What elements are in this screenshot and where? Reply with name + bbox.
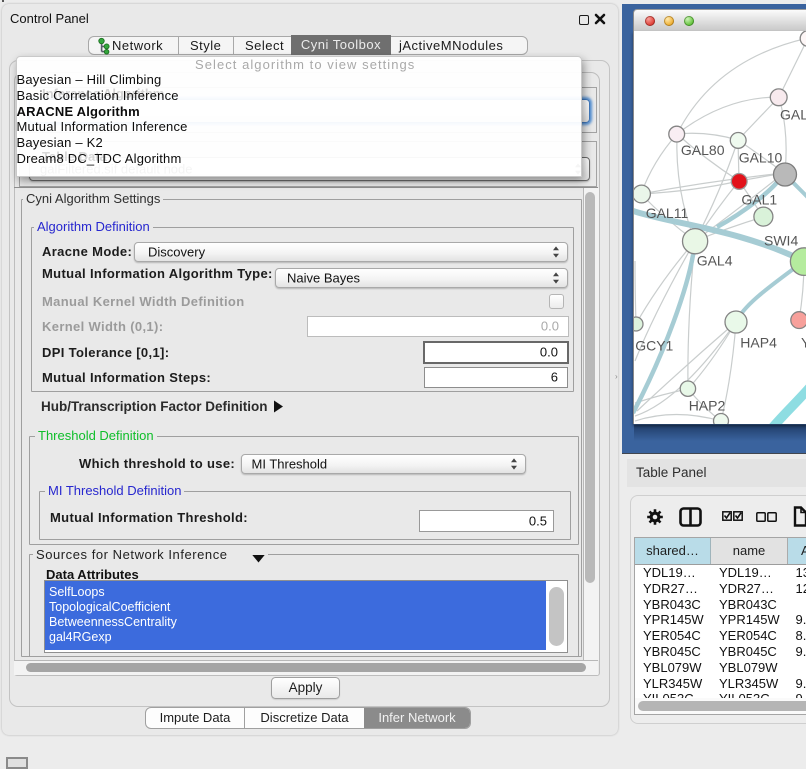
svg-text:GAL4: GAL4 [697, 252, 733, 268]
svg-text:GCY1: GCY1 [635, 338, 673, 354]
svg-text:Y: Y [801, 334, 806, 350]
svg-text:HAP2: HAP2 [689, 398, 726, 414]
svg-text:SWI4: SWI4 [764, 233, 798, 249]
svg-text:HAP4: HAP4 [740, 334, 777, 350]
svg-text:GAL2: GAL2 [780, 107, 806, 123]
svg-text:GAL80: GAL80 [681, 142, 725, 158]
svg-text:GAL10: GAL10 [739, 149, 783, 165]
svg-text:GAL11: GAL11 [646, 205, 689, 221]
svg-text:GAL1: GAL1 [741, 192, 777, 208]
